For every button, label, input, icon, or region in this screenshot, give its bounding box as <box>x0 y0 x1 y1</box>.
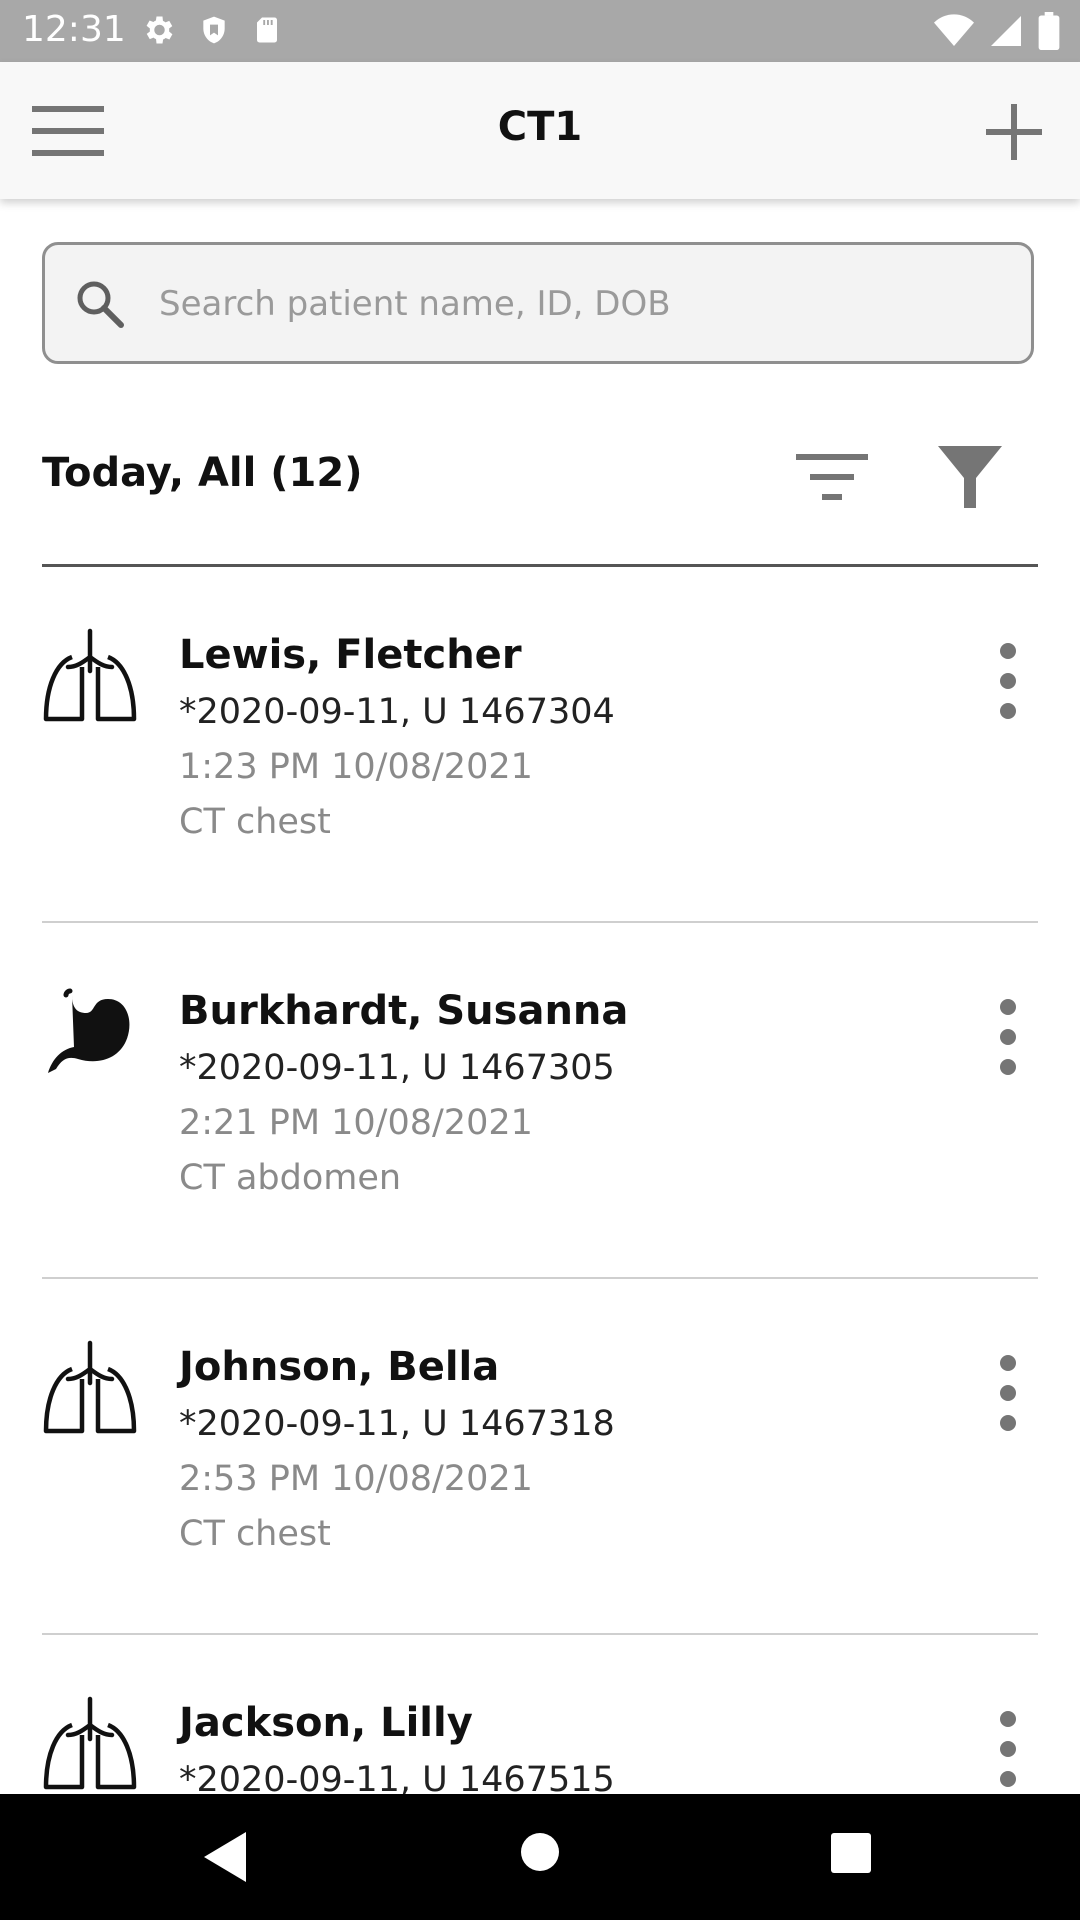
patient-name: Johnson, Bella <box>179 1344 500 1390</box>
patient-exam: CT chest <box>179 1514 331 1554</box>
plus-icon <box>986 104 1042 160</box>
patient-exam: CT chest <box>179 802 331 842</box>
search-box[interactable] <box>42 242 1034 364</box>
patient-time: 2:21 PM 10/08/2021 <box>179 1103 533 1143</box>
wifi-icon <box>934 14 974 46</box>
sort-icon <box>796 454 868 500</box>
status-icons-right <box>934 12 1060 50</box>
patient-id: *2020-09-11, U 1467304 <box>179 692 615 732</box>
patient-name: Lewis, Fletcher <box>179 632 522 678</box>
filter-funnel-icon <box>938 446 1002 508</box>
sd-card-icon <box>257 17 277 43</box>
signal-icon <box>991 16 1021 46</box>
lungs-icon <box>43 628 137 722</box>
lungs-icon <box>43 1340 137 1434</box>
more-options-button[interactable] <box>978 641 1038 721</box>
status-time: 12:31 <box>22 9 126 50</box>
more-options-button[interactable] <box>978 1709 1038 1789</box>
more-options-button[interactable] <box>978 1353 1038 1433</box>
search-input[interactable] <box>157 263 1001 345</box>
status-icons-left <box>140 12 282 48</box>
add-button[interactable] <box>984 102 1044 162</box>
app-bar: CT1 <box>0 62 1080 199</box>
page-title: CT1 <box>497 104 583 150</box>
more-options-button[interactable] <box>978 997 1038 1077</box>
patient-list: Lewis, Fletcher *2020-09-11, U 1467304 1… <box>0 567 1080 1794</box>
patient-id: *2020-09-11, U 1467515 <box>179 1760 615 1794</box>
more-vert-icon <box>1000 999 1016 1075</box>
filter-button[interactable] <box>934 442 1006 512</box>
list-header: Today, All (12) <box>42 450 363 496</box>
recents-icon[interactable] <box>830 1832 872 1874</box>
patient-name: Burkhardt, Susanna <box>179 988 629 1034</box>
patient-exam: CT abdomen <box>179 1158 402 1198</box>
settings-icon <box>146 16 173 44</box>
more-vert-icon <box>1000 643 1016 719</box>
patient-name: Jackson, Lilly <box>179 1700 473 1746</box>
patient-id: *2020-09-11, U 1467318 <box>179 1404 615 1444</box>
patient-row[interactable]: Jackson, Lilly *2020-09-11, U 1467515 <box>42 1635 1038 1794</box>
search-icon <box>77 281 124 328</box>
system-nav-bar <box>0 1794 1080 1920</box>
status-bar: 12:31 <box>0 0 1080 62</box>
back-icon[interactable] <box>200 1830 250 1884</box>
home-icon[interactable] <box>520 1832 560 1872</box>
patient-row[interactable]: Burkhardt, Susanna *2020-09-11, U 146730… <box>42 923 1038 1279</box>
patient-row[interactable]: Lewis, Fletcher *2020-09-11, U 1467304 1… <box>42 567 1038 923</box>
sort-button[interactable] <box>794 448 870 508</box>
patient-time: 1:23 PM 10/08/2021 <box>179 747 533 787</box>
shield-icon <box>203 16 225 44</box>
more-vert-icon <box>1000 1711 1016 1787</box>
stomach-icon <box>48 988 130 1073</box>
battery-icon <box>1038 12 1060 50</box>
patient-row[interactable]: Johnson, Bella *2020-09-11, U 1467318 2:… <box>42 1279 1038 1635</box>
more-vert-icon <box>1000 1355 1016 1431</box>
patient-time: 2:53 PM 10/08/2021 <box>179 1459 533 1499</box>
patient-id: *2020-09-11, U 1467305 <box>179 1048 615 1088</box>
lungs-icon <box>43 1696 137 1790</box>
